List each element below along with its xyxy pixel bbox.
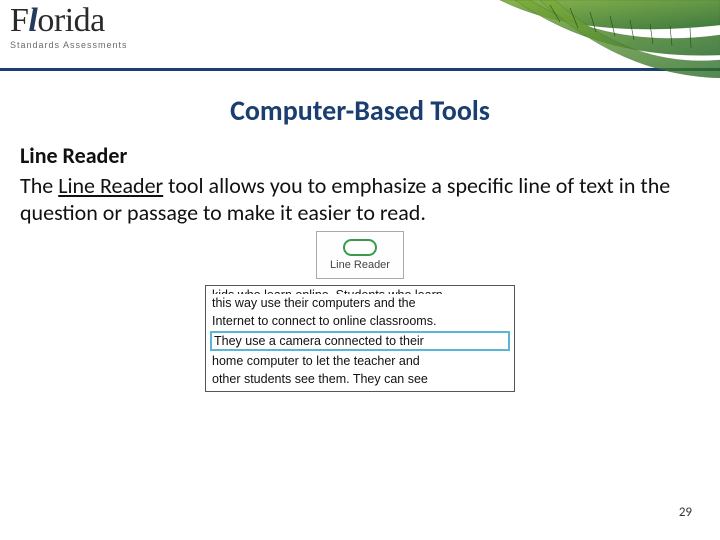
slide-title: Computer-Based Tools <box>0 93 720 128</box>
passage-line: Internet to connect to online classrooms… <box>212 312 508 330</box>
passage-line: this way use their computers and the <box>212 294 508 312</box>
para-text-pre: The <box>20 172 58 199</box>
para-tool-name: Line Reader <box>58 172 163 199</box>
illustration-area: Line Reader kids who learn online. Stude… <box>0 231 720 393</box>
passage-sample: kids who learn online. Students who lear… <box>205 285 515 393</box>
brand-logo: Florida Standards Assessments <box>10 4 128 50</box>
passage-line: other students see them. They can see <box>212 370 508 388</box>
tool-button-label: Line Reader <box>330 259 390 271</box>
passage-line: home computer to let the teacher and <box>212 352 508 370</box>
passage-line-cutoff: kids who learn online. Students who lear… <box>212 287 508 294</box>
line-reader-icon <box>343 239 377 256</box>
line-reader-highlight: They use a camera connected to their <box>210 331 510 351</box>
logo-tagline: Standards Assessments <box>10 40 128 50</box>
logo-wordmark: Florida <box>10 4 128 38</box>
section-paragraph: The Line Reader tool allows you to empha… <box>20 172 700 227</box>
slide-header: Florida Standards Assessments <box>0 0 720 71</box>
section-subheading: Line Reader <box>20 142 700 170</box>
line-reader-tool-button: Line Reader <box>316 231 404 279</box>
page-number: 29 <box>679 505 692 520</box>
palm-decorative-image <box>460 0 720 78</box>
body-text: Line Reader The Line Reader tool allows … <box>0 142 720 227</box>
